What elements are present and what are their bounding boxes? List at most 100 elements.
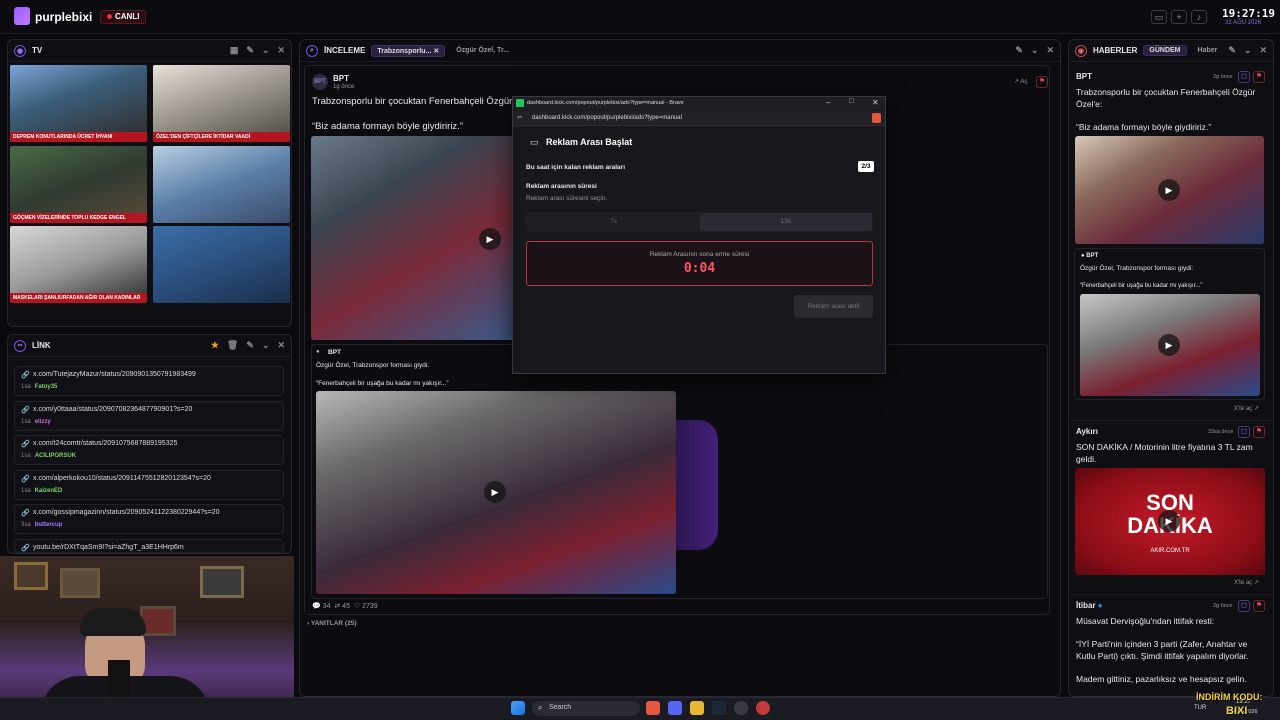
tab-gundem[interactable]: GÜNDEM [1143, 45, 1187, 56]
quote-avatar: ● [316, 349, 320, 355]
list-item[interactable]: 🔗 youtu.be/rDXtTqaSm9I?si=aZhgT_a3E1HHrp6… [14, 539, 284, 553]
news-time: 2g önce [1213, 603, 1233, 609]
replies-toggle[interactable]: › YANITLAR (25) [307, 620, 357, 627]
chevron-down-icon[interactable]: ⌄ [1244, 45, 1252, 56]
edit-icon[interactable]: ✎ [246, 45, 254, 56]
brave-icon[interactable] [646, 701, 660, 715]
retweet-count: 45 [342, 603, 350, 610]
live-badge: CANLI [100, 10, 147, 24]
divider [1070, 420, 1272, 421]
tv-channel-6[interactable] [153, 226, 290, 303]
tab-haber[interactable]: Haber [1193, 46, 1223, 55]
list-item[interactable]: 🔗 x.com/alperkokou10/status/2091147551282… [14, 470, 284, 500]
tv-channel-1[interactable]: DEPREM KONUTLARINDA ÜCRET İHVANI [10, 65, 147, 142]
tab-ozgur-ozel[interactable]: Özgür Özel, Tr... [451, 46, 514, 55]
duration-label: Reklam arasının süresi [526, 183, 597, 190]
folder-icon[interactable] [690, 701, 704, 715]
brave-shield-icon[interactable] [872, 113, 881, 123]
tv-channel-5[interactable]: MASKELARI ŞANLIURFADAN AĞIR OLAN KADINLA… [10, 226, 147, 303]
close-icon[interactable]: ✕ [277, 340, 285, 351]
clock-date: 22 AĞU 2026 [1225, 20, 1262, 26]
tv-channel-3[interactable]: GÖÇMEN VİZELERİNDE TOPLU KEDGE ENGEL [10, 146, 147, 223]
open-link[interactable]: ↗ Aç [1014, 78, 1027, 85]
ad-active-button[interactable]: Reklam arası aktif [794, 295, 873, 318]
top-bar [0, 0, 1280, 34]
close-icon[interactable]: ✕ [1259, 45, 1267, 56]
news-text: “İYİ Parti'nin içinden 3 parti (Zafer, A… [1076, 639, 1248, 649]
flag-button[interactable]: ⚑ [1253, 600, 1265, 612]
open-on-x-link[interactable]: X'te aç ↗ [1234, 405, 1259, 412]
edit-icon[interactable]: ✎ [1228, 45, 1236, 56]
flag-button[interactable]: ⚑ [1036, 76, 1048, 88]
brand-logo-icon[interactable] [14, 7, 30, 25]
play-icon[interactable]: ▶ [479, 228, 501, 250]
tab-trabzonsporlu[interactable]: Trabzonsporlu... ✕ [371, 44, 446, 57]
star-icon[interactable]: ★ [211, 340, 219, 351]
discord-icon[interactable] [668, 701, 682, 715]
layout-icon[interactable]: ▭ [1151, 10, 1167, 24]
news-icon: ◉ [1075, 44, 1087, 57]
steam-icon[interactable] [712, 701, 726, 715]
tv-channel-4[interactable] [153, 146, 290, 223]
app-icon[interactable] [756, 701, 770, 715]
minimize-icon[interactable]: – [826, 98, 830, 107]
news-text: Müsavat Dervişoğlu'ndan ittifak resti: [1076, 616, 1215, 626]
list-item[interactable]: 🔗 x.com/y0ttaaa/status/209070823648779090… [14, 401, 284, 431]
link-title: LİNK [32, 341, 51, 350]
search-icon: ⌕ [306, 44, 318, 57]
chevron-down-icon[interactable]: ⌄ [1031, 45, 1039, 56]
bookmark-button[interactable]: ◻ [1238, 71, 1250, 83]
language-indicator[interactable]: TUR [1194, 705, 1206, 711]
maximize-icon[interactable]: □ [849, 98, 853, 105]
list-item[interactable]: 🔗 x.com/t24comtr/status/20910756878891953… [14, 435, 284, 465]
open-on-x-link[interactable]: X'te aç ↗ [1234, 579, 1259, 586]
flag-button[interactable]: ⚑ [1253, 71, 1265, 83]
promo-code-label: İNDİRİM KODU: [1196, 692, 1263, 702]
kick-icon [516, 99, 524, 107]
play-icon[interactable]: ▶ [1158, 179, 1180, 201]
promo-code: BIXI [1226, 705, 1248, 717]
close-icon[interactable]: ✕ [1046, 45, 1054, 56]
link-icon: 🔗 [21, 372, 30, 379]
quote-text: Özgür Özel, Trabzonspor forması giydi: [316, 362, 430, 369]
close-icon[interactable]: ✕ [277, 45, 285, 56]
edit-icon[interactable]: ✎ [1015, 45, 1023, 56]
news-text: “Biz adama formayı böyle giydiririz.” [1076, 122, 1212, 132]
volume-icon[interactable]: ♪ [1191, 10, 1207, 24]
trash-icon[interactable]: 🗑 [227, 340, 238, 351]
chevron-down-icon[interactable]: ⌄ [262, 45, 270, 56]
view-count: 2739 [362, 603, 378, 610]
grid-icon[interactable]: ▦ [230, 45, 239, 56]
news-time: 2g önce [1213, 74, 1233, 80]
taskbar [0, 697, 1280, 720]
bookmark-button[interactable]: ◻ [1238, 600, 1250, 612]
news-author: Aykırı [1076, 427, 1098, 436]
tweet-time: 1g önce [333, 84, 355, 90]
duration-7s-option[interactable]: 7s [527, 213, 700, 231]
obs-icon[interactable] [734, 701, 748, 715]
tv-channel-2[interactable]: ÖZEL'DEN ÇİFTÇİLERE İKTİDAR VAADİ [153, 65, 290, 142]
start-icon[interactable] [511, 701, 525, 715]
news-text: geldi. [1076, 454, 1097, 464]
close-icon[interactable]: ✕ [872, 98, 879, 107]
flag-button[interactable]: ⚑ [1253, 426, 1265, 438]
list-item[interactable]: 🔗 x.com/gossipmagazinn/status/20905241122… [14, 504, 284, 534]
add-icon[interactable]: + [1171, 10, 1187, 24]
breaking-source: AKIR.COM.TR [1150, 548, 1190, 554]
bookmark-button[interactable]: ◻ [1238, 426, 1250, 438]
play-icon[interactable]: ▶ [1158, 510, 1180, 532]
clock-time: 19:27:19 [1222, 7, 1275, 20]
timer-value: 0:04 [683, 261, 716, 276]
play-icon[interactable]: ▶ [1158, 334, 1180, 356]
chevron-down-icon[interactable]: ⌄ [262, 340, 270, 351]
site-info-icon[interactable]: ⇌ [517, 114, 522, 121]
news-time: 33sa önce [1208, 429, 1234, 435]
link-icon: 🔗 [21, 510, 30, 517]
play-icon[interactable]: ▶ [484, 481, 506, 503]
webcam-feed [0, 556, 294, 720]
duration-15s-option[interactable]: 15s [700, 213, 872, 231]
popup-title: dashboard.kick.com/popout/purplebixi/ads… [527, 100, 684, 106]
popup-url: dashboard.kick.com/popout/purplebixi/ads… [532, 115, 682, 121]
list-item[interactable]: 🔗 x.com/TutejazyMazur/status/209090135079… [14, 366, 284, 396]
edit-icon[interactable]: ✎ [246, 340, 254, 351]
